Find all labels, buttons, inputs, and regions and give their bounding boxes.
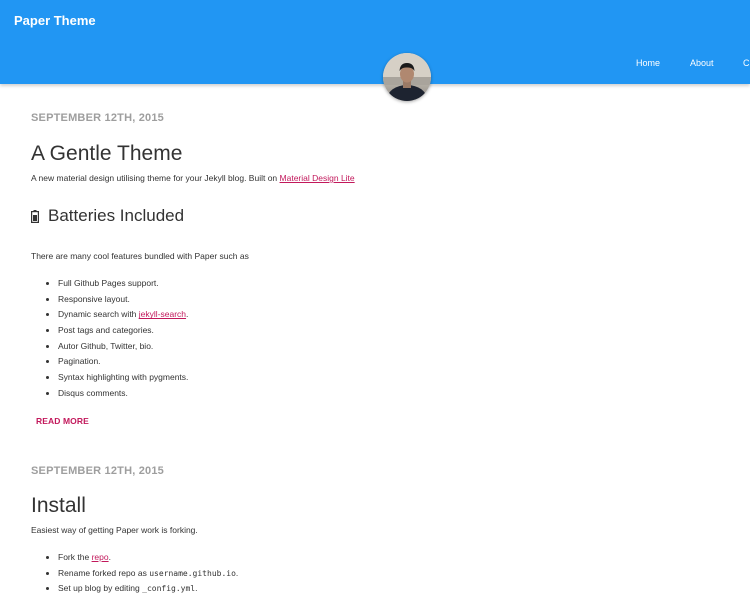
- list-item-text: Fork the: [58, 552, 90, 562]
- list-item: Autor Github, Twitter, bio.: [58, 340, 188, 356]
- nav-link-about[interactable]: About: [690, 58, 714, 68]
- list-item: Dynamic search with jekyll-search.: [58, 308, 188, 324]
- list-item: Post tags and categories.: [58, 324, 188, 340]
- install-steps-list: Fork the repo. Rename forked repo as use…: [31, 551, 238, 598]
- list-item-punct: .: [186, 309, 189, 320]
- list-item-text: Pagination.: [58, 356, 101, 367]
- list-item-text: Responsive layout.: [58, 293, 130, 304]
- list-item-text: Set up blog by editing: [58, 583, 140, 594]
- list-item-text: Disqus comments.: [58, 387, 128, 398]
- repo-link[interactable]: repo: [92, 552, 109, 562]
- feature-list: Full Github Pages support. Responsive la…: [31, 277, 188, 403]
- inline-code: username.github.io: [149, 568, 236, 578]
- list-item: Rename forked repo as username.github.io…: [58, 567, 238, 583]
- list-item: Set up blog by editing _config.yml.: [58, 582, 238, 598]
- post-intro-text: A new material design utilising theme fo…: [31, 173, 278, 183]
- section-heading: Batteries Included: [31, 206, 184, 226]
- list-item: Disqus comments.: [58, 387, 188, 403]
- nav-link-truncated[interactable]: C: [743, 58, 750, 68]
- list-item-text: Autor Github, Twitter, bio.: [58, 340, 154, 351]
- list-item-text: Dynamic search with: [58, 309, 137, 320]
- list-item: Pagination.: [58, 355, 188, 371]
- list-item: Full Github Pages support.: [58, 277, 188, 293]
- list-item: Responsive layout.: [58, 293, 188, 309]
- post-intro-text: Easiest way of getting Paper work is for…: [31, 525, 198, 535]
- author-avatar[interactable]: [383, 53, 431, 101]
- list-item-punct: .: [108, 552, 111, 562]
- jekyll-search-link[interactable]: jekyll-search: [139, 309, 186, 319]
- post-intro: A new material design utilising theme fo…: [31, 173, 355, 183]
- battery-icon: [31, 210, 39, 223]
- read-more-button[interactable]: READ MORE: [36, 416, 89, 426]
- list-item-punct: .: [235, 567, 239, 578]
- list-item-text: Post tags and categories.: [58, 325, 154, 336]
- list-item-punct: .: [195, 583, 198, 594]
- post-date: SEPTEMBER 12TH, 2015: [31, 465, 164, 477]
- list-item-text: Full Github Pages support.: [58, 278, 159, 288]
- top-app-bar: Paper Theme Home About C: [0, 0, 750, 84]
- main-nav: Home About C: [0, 58, 750, 72]
- list-item-text: Syntax highlighting with pygments.: [58, 372, 189, 383]
- post-title-link[interactable]: A Gentle Theme: [31, 142, 182, 166]
- post-date: SEPTEMBER 12TH, 2015: [31, 112, 164, 124]
- list-item: Fork the repo.: [58, 551, 238, 567]
- nav-link-home[interactable]: Home: [636, 58, 660, 68]
- inline-code: _config.yml: [142, 584, 196, 594]
- material-design-lite-link[interactable]: Material Design Lite: [280, 173, 355, 183]
- avatar-photo-icon: [383, 53, 431, 101]
- post-title-link[interactable]: Install: [31, 494, 86, 518]
- section-heading-text: Batteries Included: [48, 206, 185, 225]
- list-item-text: Rename forked repo as: [58, 567, 147, 578]
- features-lead: There are many cool features bundled wit…: [31, 251, 249, 261]
- list-item: Syntax highlighting with pygments.: [58, 371, 188, 387]
- site-title-link[interactable]: Paper Theme: [14, 13, 96, 28]
